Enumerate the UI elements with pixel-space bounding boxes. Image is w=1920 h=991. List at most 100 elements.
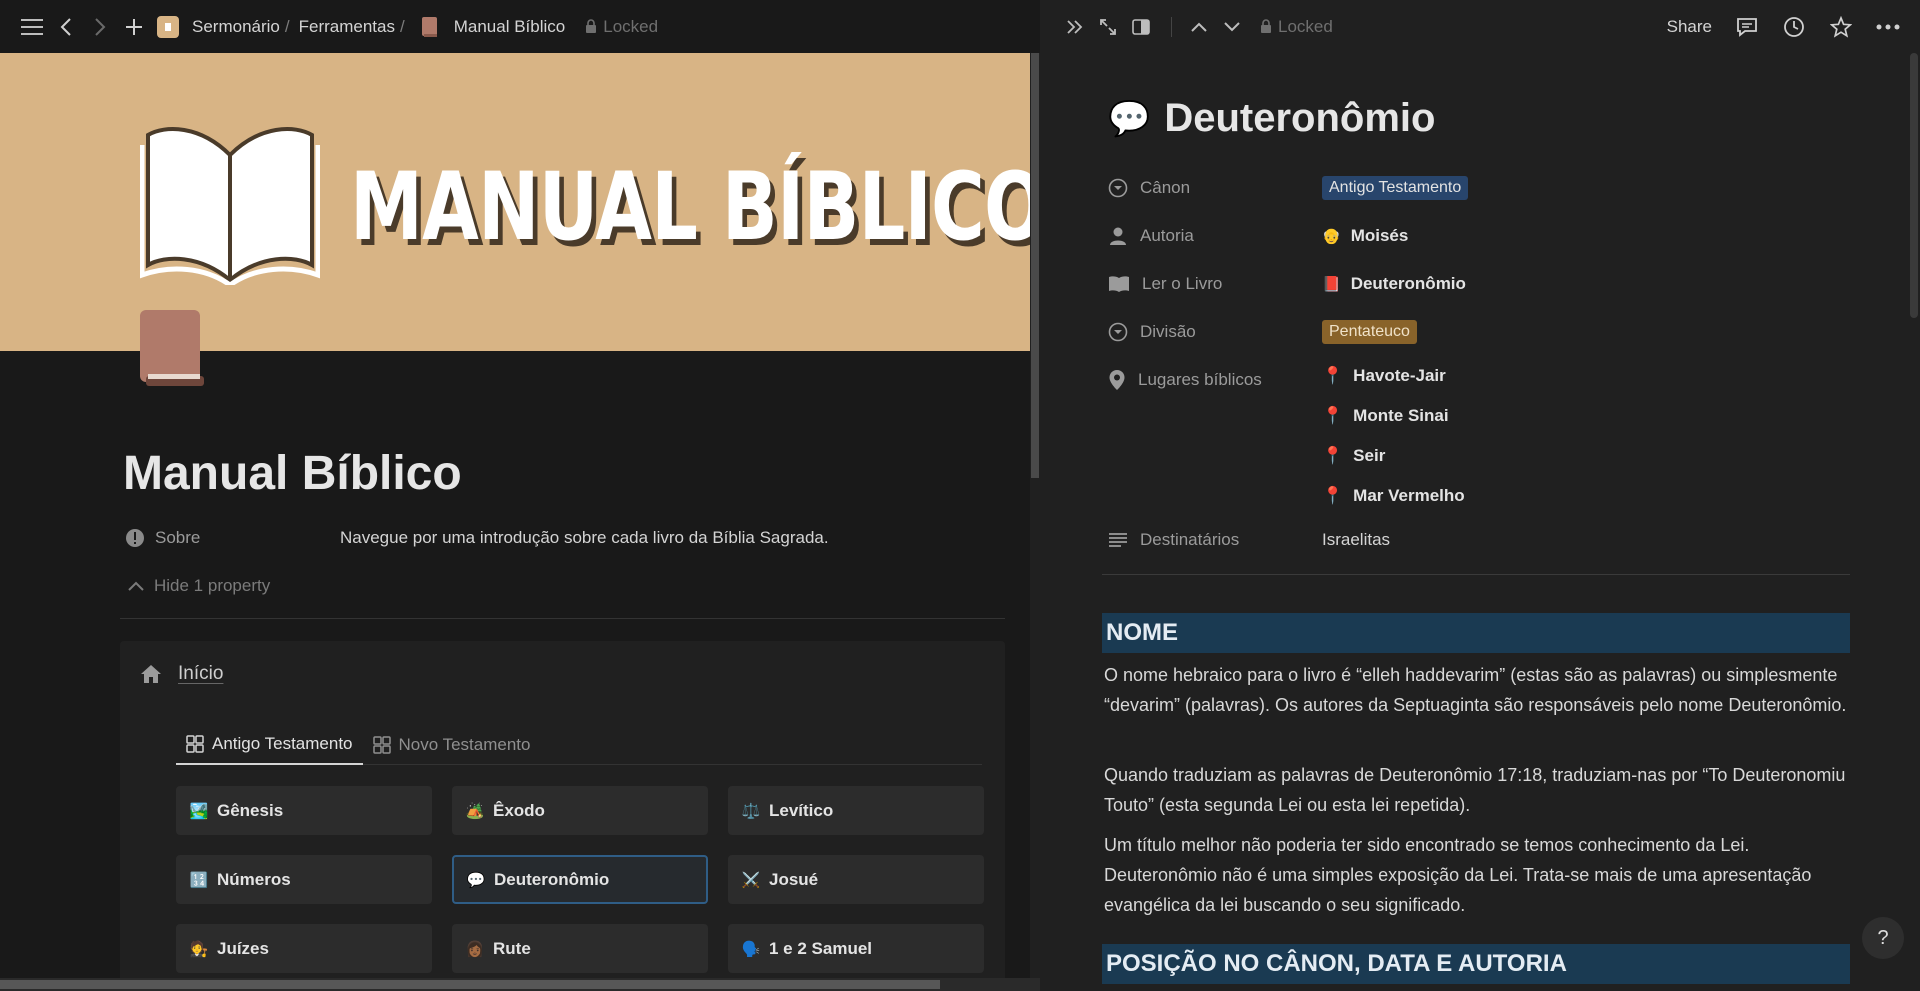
book-open-icon <box>1109 276 1129 292</box>
select-icon <box>1108 322 1128 342</box>
property-sobre: Sobre Navegue por uma introdução sobre c… <box>125 528 829 548</box>
property-value[interactable]: Antigo Testamento <box>1322 164 1469 212</box>
gallery-icon <box>372 736 391 754</box>
expand-icon[interactable] <box>1093 12 1123 42</box>
place-item[interactable]: 📍 Monte Sinai <box>1322 396 1465 436</box>
history-icon[interactable] <box>1779 12 1809 42</box>
property-label-text: Sobre <box>155 528 201 547</box>
landscape-icon: 🏞️ <box>189 802 209 820</box>
property-label-text: Cânon <box>1140 178 1191 197</box>
cover-image: MANUAL BÍBLICO <box>0 53 1040 351</box>
card-deuteronomio[interactable]: 💬 Deuteronômio <box>452 855 708 904</box>
locked-indicator[interactable]: Locked <box>585 17 658 37</box>
inicio-title: Início <box>178 663 224 684</box>
judge-icon: 🧑‍⚖️ <box>189 940 209 958</box>
card-levitico[interactable]: ⚖️ Levítico <box>728 786 984 835</box>
breadcrumb-folder[interactable]: Ferramentas <box>299 17 395 37</box>
card-juizes[interactable]: 🧑‍⚖️ Juízes <box>176 924 432 973</box>
property-label: Sobre <box>125 528 340 548</box>
property-value[interactable]: Navegue por uma introdução sobre cada li… <box>340 528 829 548</box>
right-topbar: Locked Share <box>1040 0 1920 53</box>
page-title: 💬 Deuteronômio <box>1108 96 1435 141</box>
property-canon: Cânon Antigo Testamento <box>1108 164 1848 212</box>
scales-icon: ⚖️ <box>741 802 761 820</box>
tab-bar: Antigo Testamento Novo Testamento <box>176 725 982 765</box>
help-button[interactable]: ? <box>1862 917 1904 959</box>
comment-icon[interactable] <box>1732 12 1762 42</box>
plus-icon[interactable] <box>120 13 148 41</box>
property-value[interactable]: 📕 Deuteronômio <box>1322 260 1466 308</box>
breadcrumb-page[interactable]: Manual Bíblico <box>454 17 566 37</box>
card-exodo[interactable]: 🏕️ Êxodo <box>452 786 708 835</box>
app: Sermonário / Ferramentas / Manual Bíblic… <box>0 0 1920 991</box>
woman-icon: 👩🏾 <box>465 940 485 958</box>
location-pin-icon: 📍 <box>1322 366 1344 385</box>
page-icon[interactable] <box>138 308 208 388</box>
speech-bubble-icon[interactable]: 💬 <box>1108 99 1150 139</box>
heading-posicao-canon: POSIÇÃO NO CÂNON, DATA E AUTORIA <box>1102 944 1850 984</box>
heading-nome: NOME <box>1102 613 1850 653</box>
inicio-block: Início Antigo Testamento Novo Testamento… <box>120 641 1005 991</box>
menu-icon[interactable] <box>18 13 46 41</box>
share-button[interactable]: Share <box>1667 17 1712 37</box>
property-ler-o-livro: Ler o Livro 📕 Deuteronômio <box>1108 260 1848 308</box>
back-arrow-icon[interactable] <box>52 13 80 41</box>
star-icon[interactable] <box>1826 12 1856 42</box>
card-josue[interactable]: ⚔️ Josué <box>728 855 984 904</box>
left-topbar: Sermonário / Ferramentas / Manual Bíblic… <box>0 0 1040 53</box>
close-peek-icon[interactable] <box>1060 12 1090 42</box>
numbers-icon: 🔢 <box>189 871 209 889</box>
property-value[interactable]: 👴 Moisés <box>1322 212 1408 260</box>
property-label: Cânon <box>1108 164 1322 212</box>
property-label-text: Ler o Livro <box>1142 274 1223 293</box>
breadcrumb-root[interactable]: Sermonário <box>192 17 280 37</box>
book-icon <box>416 13 444 41</box>
left-pane: Sermonário / Ferramentas / Manual Bíblic… <box>0 0 1040 991</box>
scroll-thumb[interactable] <box>0 980 940 989</box>
card-label: Gênesis <box>217 800 284 820</box>
place-item[interactable]: 📍 Havote-Jair <box>1322 356 1465 396</box>
canon-tag: Antigo Testamento <box>1322 176 1469 200</box>
property-value[interactable]: Pentateuco <box>1322 308 1417 356</box>
paragraph: Um título melhor não poderia ter sido en… <box>1104 835 1812 915</box>
place-label: Monte Sinai <box>1353 406 1449 425</box>
divisao-tag: Pentateuco <box>1322 320 1417 344</box>
locked-indicator[interactable]: Locked <box>1260 17 1333 37</box>
more-options-icon[interactable] <box>1873 12 1903 42</box>
card-samuel[interactable]: 🗣️ 1 e 2 Samuel <box>728 924 984 973</box>
divider <box>120 618 1005 619</box>
scroll-thumb[interactable] <box>1031 53 1039 478</box>
card-label: Rute <box>493 938 531 958</box>
card-rute[interactable]: 👩🏾 Rute <box>452 924 708 973</box>
scroll-thumb[interactable] <box>1910 53 1918 318</box>
card-numeros[interactable]: 🔢 Números <box>176 855 432 904</box>
card-genesis[interactable]: 🏞️ Gênesis <box>176 786 432 835</box>
lock-icon <box>586 19 597 33</box>
place-label: Havote-Jair <box>1353 366 1446 385</box>
chevron-down-icon[interactable] <box>1217 12 1247 42</box>
left-vertical-scrollbar[interactable] <box>1030 53 1040 991</box>
property-value[interactable]: 📍 Havote-Jair 📍 Monte Sinai 📍 Seir 📍 Mar Ver… <box>1322 356 1465 516</box>
hide-property-toggle[interactable]: Hide 1 property <box>128 576 270 596</box>
property-lugares: Lugares bíblicos 📍 Havote-Jair 📍 Monte Sin… <box>1108 356 1848 516</box>
forward-arrow-icon[interactable] <box>86 13 114 41</box>
tab-novo-testamento[interactable]: Novo Testamento <box>363 725 541 765</box>
old-man-icon: 👴 <box>1322 228 1341 245</box>
tab-antigo-testamento[interactable]: Antigo Testamento <box>176 725 363 765</box>
chevron-up-icon[interactable] <box>1184 12 1214 42</box>
tab-label: Novo Testamento <box>398 735 531 754</box>
text-lines-icon <box>1109 533 1127 547</box>
right-vertical-scrollbar[interactable] <box>1908 53 1920 991</box>
cover-title: MANUAL BÍBLICO <box>350 153 1040 262</box>
select-icon <box>1108 178 1128 198</box>
place-item[interactable]: 📍 Seir <box>1322 436 1465 476</box>
card-label: Deuteronômio <box>494 869 610 889</box>
location-pin-icon: 📍 <box>1322 406 1344 425</box>
inicio-link[interactable]: Início <box>140 663 223 685</box>
property-value[interactable]: Israelitas <box>1322 516 1390 564</box>
left-horizontal-scrollbar[interactable] <box>0 978 1040 991</box>
side-peek-icon[interactable] <box>1126 12 1156 42</box>
info-icon <box>126 529 144 547</box>
locked-label: Locked <box>603 16 659 36</box>
place-item[interactable]: 📍 Mar Vermelho <box>1322 476 1465 516</box>
